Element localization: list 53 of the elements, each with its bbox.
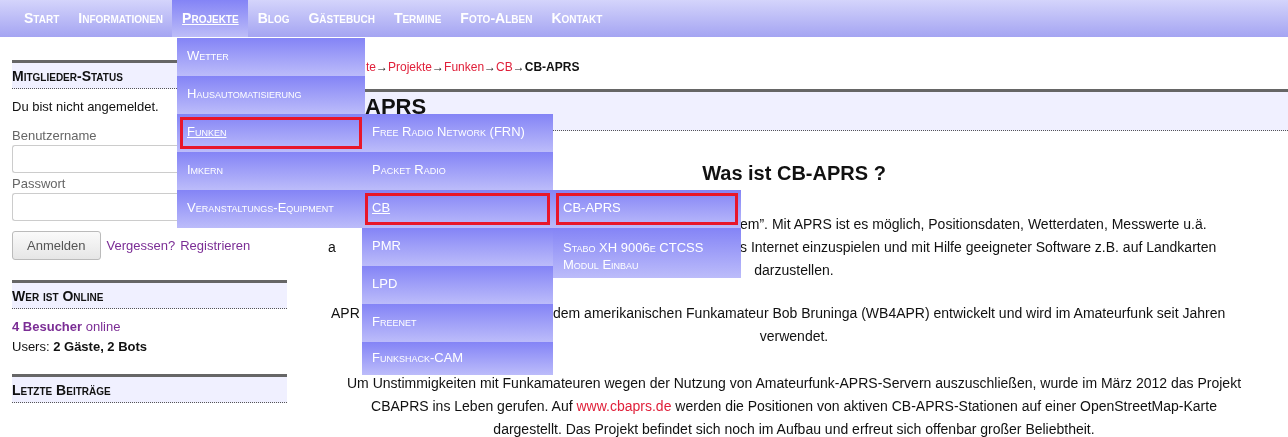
menu-item[interactable]: Funken: [177, 114, 365, 152]
menu-item[interactable]: Packet Radio: [362, 152, 553, 190]
separator-arrow: →: [512, 60, 525, 74]
paragraph: Um Unstimmigkeiten mit Funkamateuren wegen der Nutzung von Amateurfunk-APRS-Servern auszuschließen, wurde im März 2012 das Projekt CBAPRS ins Leben gerufen. Auf www.cbaprs.de werden die Positionen von aktiven CB-APRS-Stationen auf einer OpenStreetMap-Karte dargestellt. Das Projekt befindet sich noch im Aufbau und erfreut sich offenbar großer Beliebtheit.: [345, 374, 1243, 437]
menu-item[interactable]: Funkshack-CAM: [362, 342, 553, 375]
breadcrumb-link[interactable]: Funken: [444, 60, 485, 74]
nav-item[interactable]: Kontakt: [541, 0, 612, 37]
nav-item[interactable]: Foto-Alben: [450, 0, 542, 37]
visitors-link[interactable]: 4 Besucher online: [12, 319, 287, 334]
text-line: darzustellen.: [754, 261, 834, 280]
link[interactable]: Registrieren: [180, 238, 251, 253]
menu-item[interactable]: Imkern: [177, 152, 365, 190]
separator-arrow: →: [484, 60, 497, 74]
breadcrumb-current: CB-APRS: [524, 60, 580, 74]
menu-item[interactable]: CB-APRS: [553, 190, 741, 228]
widget-title: Letzte Beiträge: [12, 374, 287, 403]
menu-item[interactable]: PMR: [362, 228, 553, 266]
breadcrumb-link[interactable]: te: [366, 60, 376, 74]
menu-item[interactable]: Free Radio Network (FRN): [362, 114, 553, 152]
separator-arrow: →: [432, 60, 445, 74]
login-button[interactable]: Anmelden: [12, 231, 101, 260]
text-line: verwendet.: [759, 327, 829, 346]
nav-item[interactable]: Projekte: [172, 0, 248, 37]
text-fragment: APR: [330, 304, 360, 323]
menu-item[interactable]: Freenet: [362, 304, 553, 342]
text-line: dem amerikanischen Funkamateur Bob Bruninga (WB4APR) entwickelt und wird im Amateurfunk seit Jahren: [553, 304, 1226, 323]
widget-title: Wer ist Online: [12, 280, 287, 309]
users-text: Users: 2 Gäste, 2 Bots: [12, 339, 149, 354]
field-label: Passwort: [12, 176, 66, 191]
menu-item[interactable]: Stabo XH 9006e CTCSS Modul Einbau: [553, 228, 741, 278]
menu-item[interactable]: Hausautomatisierung: [177, 76, 365, 114]
text-line: em”. Mit APRS ist es möglich, Positionsdaten, Wetterdaten, Messwerte u.ä.: [740, 215, 1207, 234]
link[interactable]: Vergessen?: [106, 238, 176, 253]
link[interactable]: www.cbaprs.de: [576, 398, 672, 414]
nav-item[interactable]: Start: [14, 0, 69, 37]
text-line: s Internet einzuspielen und mit Hilfe geeigneter Software z.B. auf Landkarten: [740, 238, 1217, 257]
separator-arrow: →: [376, 60, 388, 74]
login-status: Du bist nicht angemeldet.: [12, 99, 160, 114]
field-label: Benutzername: [12, 128, 97, 143]
breadcrumb-link[interactable]: CB: [496, 60, 513, 74]
menu-item[interactable]: LPD: [362, 266, 553, 304]
nav-item[interactable]: Termine: [383, 0, 451, 37]
nav-item[interactable]: Gästebuch: [298, 0, 384, 37]
username-field[interactable]: [12, 145, 177, 173]
menu-item[interactable]: Wetter: [177, 38, 365, 76]
breadcrumb-link[interactable]: Projekte: [388, 60, 433, 74]
nav-item[interactable]: Informationen: [68, 0, 173, 37]
password-field[interactable]: [12, 193, 177, 221]
menu-item[interactable]: CB: [362, 190, 553, 228]
menu-item[interactable]: Veranstaltungs-Equipment: [177, 190, 365, 228]
text-fragment: a: [327, 238, 336, 257]
nav-item[interactable]: Blog: [247, 0, 299, 37]
heading: Was ist CB-APRS ?: [702, 161, 886, 186]
